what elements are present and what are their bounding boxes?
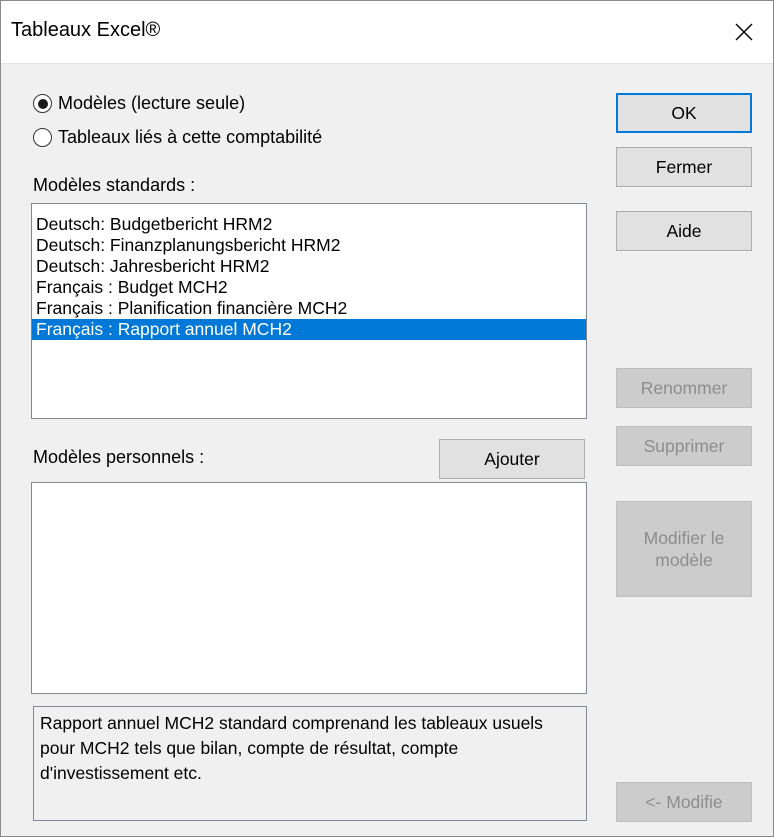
personal-models-list[interactable] bbox=[31, 482, 587, 694]
delete-button[interactable]: Supprimer bbox=[616, 426, 752, 466]
rename-button[interactable]: Renommer bbox=[616, 368, 752, 408]
window-title: Tableaux Excel® bbox=[11, 19, 161, 41]
radio-models-readonly[interactable]: Modèles (lecture seule) bbox=[33, 93, 245, 114]
list-item-selected[interactable]: Français : Rapport annuel MCH2 bbox=[32, 319, 586, 340]
standard-models-label: Modèles standards : bbox=[33, 175, 196, 195]
radio-button-unchecked-icon bbox=[33, 128, 52, 147]
title-bar: Tableaux Excel® bbox=[1, 1, 773, 64]
ok-button[interactable]: OK bbox=[616, 93, 752, 133]
add-button[interactable]: Ajouter bbox=[439, 439, 585, 479]
personal-models-label: Modèles personnels : bbox=[33, 447, 205, 467]
dialog-window: Tableaux Excel® Modèles (lecture seule) … bbox=[0, 0, 774, 837]
edit-model-label-line2: modèle bbox=[655, 550, 713, 570]
description-box: Rapport annuel MCH2 standard comprenand … bbox=[33, 706, 587, 821]
close-button[interactable] bbox=[715, 1, 773, 63]
list-item[interactable]: Deutsch: Finanzplanungsbericht HRM2 bbox=[32, 235, 586, 256]
radio-label: Tableaux liés à cette comptabilité bbox=[58, 127, 323, 147]
list-item[interactable]: Français : Planification financière MCH2 bbox=[32, 298, 586, 319]
standard-models-list[interactable]: Deutsch: Budgetbericht HRM2 Deutsch: Fin… bbox=[31, 203, 587, 419]
list-item[interactable]: Deutsch: Budgetbericht HRM2 bbox=[32, 214, 586, 235]
radio-linked-tables[interactable]: Tableaux liés à cette comptabilité bbox=[33, 127, 322, 148]
list-item[interactable]: Deutsch: Jahresbericht HRM2 bbox=[32, 256, 586, 277]
radio-button-checked-icon bbox=[33, 94, 52, 113]
list-item[interactable]: Français : Budget MCH2 bbox=[32, 277, 586, 298]
modify-button[interactable]: <- Modifie bbox=[616, 782, 752, 822]
edit-model-label-line1: Modifier le bbox=[643, 528, 725, 548]
help-button[interactable]: Aide bbox=[616, 211, 752, 251]
close-icon bbox=[735, 23, 753, 41]
close-dialog-button[interactable]: Fermer bbox=[616, 147, 752, 187]
edit-model-button[interactable]: Modifier le modèle bbox=[616, 501, 752, 597]
radio-label: Modèles (lecture seule) bbox=[58, 93, 246, 113]
